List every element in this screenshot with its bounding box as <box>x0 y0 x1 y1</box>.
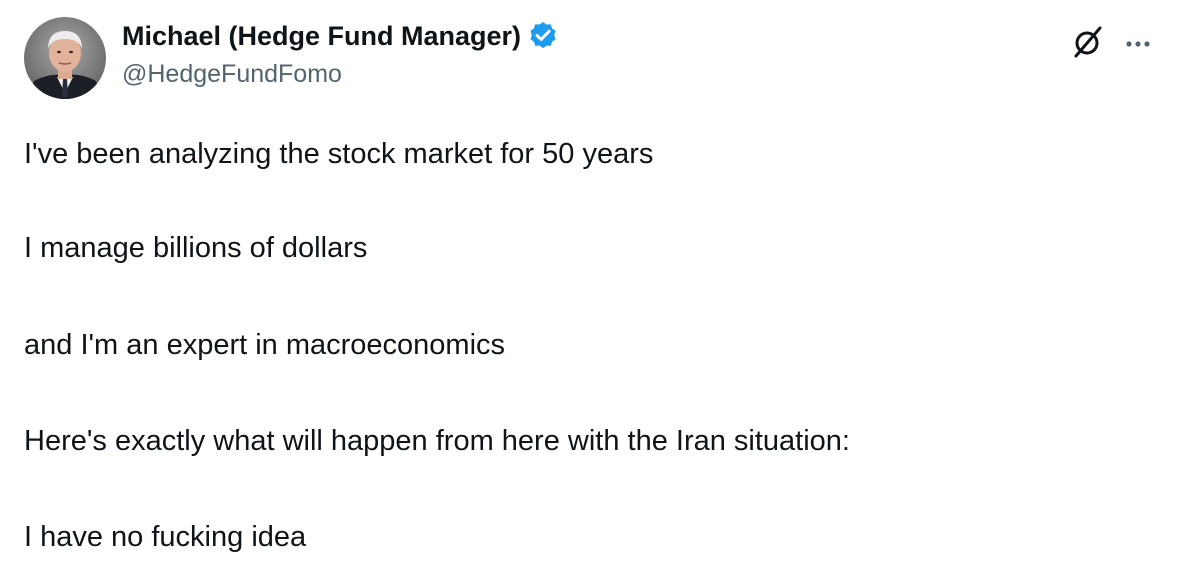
author-handle[interactable]: @HedgeFundFomo <box>122 60 342 89</box>
tweet-text-line: I manage billions of dollars <box>24 232 368 264</box>
tweet-text-line: I have no fucking idea <box>24 521 307 553</box>
author-display-name[interactable]: Michael (Hedge Fund Manager) <box>122 21 521 52</box>
tweet-text-line: I've been analyzing the stock market for… <box>24 138 654 170</box>
display-name-row: Michael (Hedge Fund Manager) <box>122 18 559 54</box>
verified-badge-icon[interactable] <box>527 20 559 52</box>
tweet-text-line: Here's exactly what will happen from her… <box>24 425 850 457</box>
avatar-photo-icon <box>24 17 106 99</box>
grok-icon[interactable] <box>1068 22 1108 62</box>
more-options-icon[interactable] <box>1118 22 1158 62</box>
tweet-text-line: and I'm an expert in macroeconomics <box>24 329 506 361</box>
tweet-card: Michael (Hedge Fund Manager) @HedgeFundF… <box>0 0 1179 576</box>
author-avatar[interactable] <box>24 17 106 99</box>
